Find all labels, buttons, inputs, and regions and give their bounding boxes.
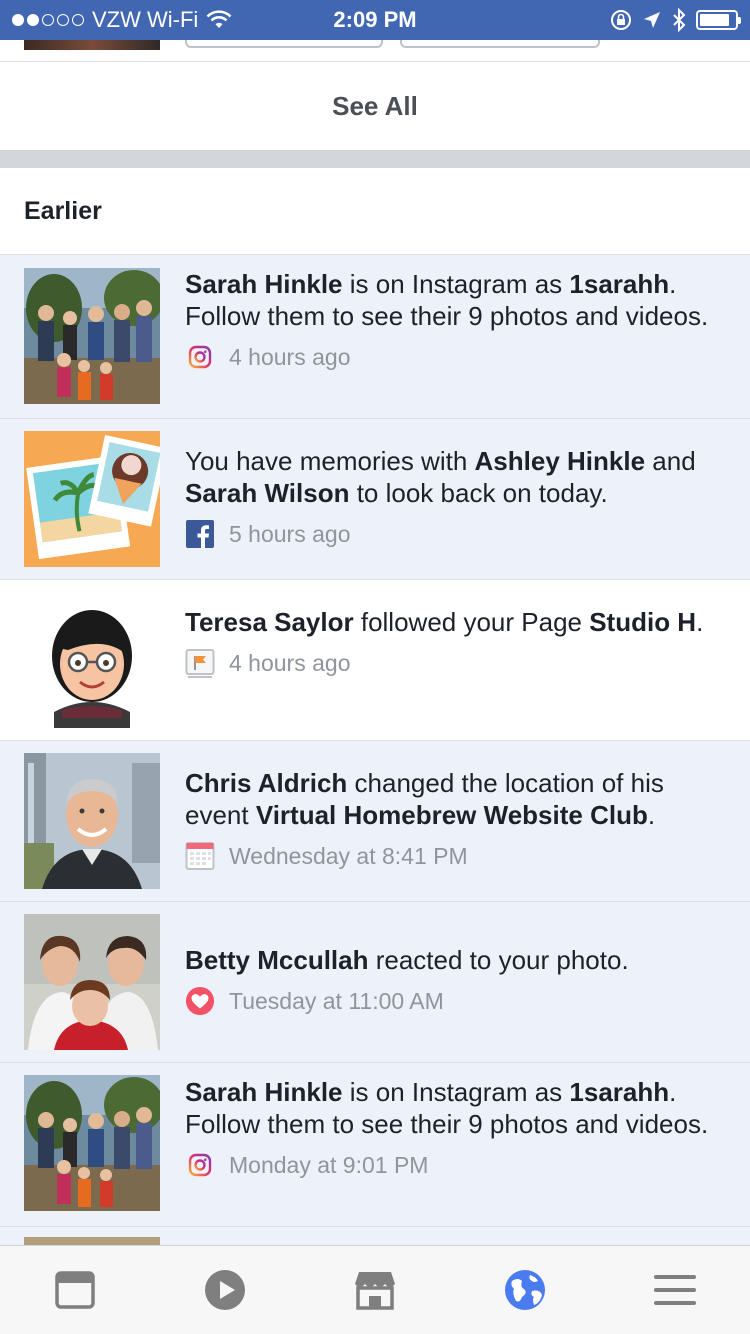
notification-meta: Monday at 9:01 PM xyxy=(185,1150,726,1180)
notification-text-part: . xyxy=(647,800,656,830)
notification-name: 1sarahh xyxy=(569,269,670,299)
news-feed-icon xyxy=(55,1271,95,1309)
notification-text: Betty Mccullah reacted to your photo. xyxy=(185,944,726,976)
notification-thumbnail xyxy=(24,1075,160,1211)
notification-item[interactable]: Teresa Saylor followed your Page Studio … xyxy=(0,580,750,741)
notification-name: Studio H xyxy=(589,607,697,637)
notification-text-part: reacted to your photo. xyxy=(368,945,629,975)
cutoff-action-button[interactable] xyxy=(400,40,600,48)
page-flag-icon xyxy=(185,648,215,678)
notification-text: You have memories with Ashley Hinkle and… xyxy=(185,445,726,509)
menu-icon xyxy=(654,1275,696,1305)
tab-news-feed[interactable] xyxy=(35,1255,115,1325)
notification-body: Betty Mccullah reacted to your photo. Tu… xyxy=(185,944,726,1016)
notification-thumbnail xyxy=(24,268,160,404)
notification-thumbnail xyxy=(24,914,160,1050)
section-title: Earlier xyxy=(0,168,750,255)
notification-text-part: and xyxy=(645,446,696,476)
previous-notification-cutoff xyxy=(0,40,750,62)
notification-body: Chris Aldrich changed the location of hi… xyxy=(185,767,726,871)
notification-meta: 4 hours ago xyxy=(185,648,726,678)
notification-meta: Wednesday at 8:41 PM xyxy=(185,841,726,871)
tab-notifications[interactable] xyxy=(485,1255,565,1325)
notification-thumbnail xyxy=(24,431,160,567)
notification-name: Virtual Homebrew Website Club xyxy=(255,800,648,830)
notification-text: Chris Aldrich changed the location of hi… xyxy=(185,767,726,831)
cutoff-action-button[interactable] xyxy=(185,40,383,48)
bluetooth-icon xyxy=(673,8,686,32)
cutoff-thumbnail xyxy=(24,40,160,50)
see-all-button[interactable]: See All xyxy=(0,62,750,150)
notification-text-part: is on Instagram as xyxy=(342,1077,570,1107)
status-icons xyxy=(610,0,741,40)
status-bar: VZW Wi-Fi 2:09 PM xyxy=(0,0,750,40)
notification-time: Tuesday at 11:00 AM xyxy=(229,987,444,1014)
notification-name: Sarah Hinkle xyxy=(185,269,343,299)
section-divider xyxy=(0,150,750,168)
notification-text-part: . xyxy=(696,607,704,637)
instagram-icon xyxy=(185,342,215,372)
tab-video[interactable] xyxy=(185,1255,265,1325)
notification-body: You have memories with Ashley Hinkle and… xyxy=(185,445,726,549)
notifications-globe-icon xyxy=(505,1270,545,1310)
notification-name: Betty Mccullah xyxy=(185,945,369,975)
notification-time: Wednesday at 8:41 PM xyxy=(229,842,468,869)
notification-meta: 5 hours ago xyxy=(185,519,726,549)
battery-icon xyxy=(696,10,741,30)
notification-name: Ashley Hinkle xyxy=(474,446,646,476)
notification-meta: Tuesday at 11:00 AM xyxy=(185,986,726,1016)
heart-reaction-icon xyxy=(185,986,215,1016)
notification-name: Sarah Hinkle xyxy=(185,1077,343,1107)
notification-text-part: to look back on today. xyxy=(349,478,608,508)
notification-body: Teresa Saylor followed your Page Studio … xyxy=(185,606,726,678)
notification-item[interactable]: Sarah Hinkle is on Instagram as 1sarahh.… xyxy=(0,1063,750,1227)
notification-name: Teresa Saylor xyxy=(185,607,354,637)
tab-menu[interactable] xyxy=(635,1255,715,1325)
location-arrow-icon xyxy=(644,12,660,28)
notification-text-part: followed your Page xyxy=(353,607,590,637)
orientation-lock-icon xyxy=(611,10,631,30)
notification-name: 1sarahh xyxy=(569,1077,670,1107)
marketplace-icon xyxy=(355,1272,395,1310)
notification-thumbnail xyxy=(24,592,160,728)
notification-name: Chris Aldrich xyxy=(185,768,348,798)
tab-marketplace[interactable] xyxy=(335,1255,415,1325)
notification-text-part: is on Instagram as xyxy=(342,269,570,299)
notification-text-part: You have memories with xyxy=(185,446,475,476)
notification-time: Monday at 9:01 PM xyxy=(229,1151,429,1178)
calendar-icon xyxy=(185,841,215,871)
notification-text: Sarah Hinkle is on Instagram as 1sarahh.… xyxy=(185,1076,726,1140)
instagram-icon xyxy=(185,1150,215,1180)
notification-item[interactable]: Betty Mccullah reacted to your photo. Tu… xyxy=(0,902,750,1063)
notification-name: Sarah Wilson xyxy=(185,478,350,508)
notification-meta: 4 hours ago xyxy=(185,342,726,372)
notification-text: Teresa Saylor followed your Page Studio … xyxy=(185,606,726,638)
video-icon xyxy=(205,1270,245,1310)
notification-time: 4 hours ago xyxy=(229,343,351,370)
notification-body: Sarah Hinkle is on Instagram as 1sarahh.… xyxy=(185,268,726,372)
notification-text: Sarah Hinkle is on Instagram as 1sarahh.… xyxy=(185,268,726,332)
notification-item[interactable]: You have memories with Ashley Hinkle and… xyxy=(0,419,750,580)
notification-body: Sarah Hinkle is on Instagram as 1sarahh.… xyxy=(185,1076,726,1180)
notification-item[interactable]: Chris Aldrich changed the location of hi… xyxy=(0,741,750,902)
facebook-icon xyxy=(185,519,215,549)
notification-time: 4 hours ago xyxy=(229,649,351,676)
tab-bar xyxy=(0,1245,750,1334)
notification-item[interactable]: Sarah Hinkle is on Instagram as 1sarahh.… xyxy=(0,255,750,419)
notification-time: 5 hours ago xyxy=(229,520,351,547)
notification-thumbnail xyxy=(24,753,160,889)
